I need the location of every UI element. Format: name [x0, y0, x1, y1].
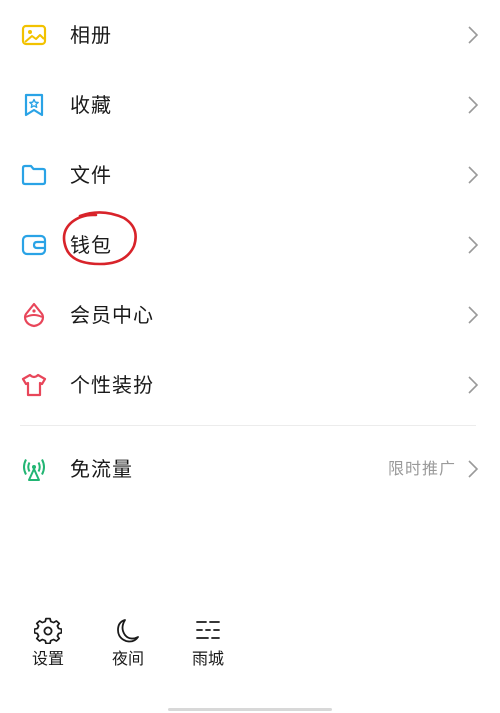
menu-item-label: 收藏 [70, 93, 112, 117]
menu-item-wallet[interactable]: 钱包 [0, 210, 500, 280]
settings-label: 设置 [31, 649, 64, 668]
moon-icon [114, 616, 142, 644]
menu-item-favorites[interactable]: 收藏 [0, 70, 500, 140]
weather-label: 雨城 [191, 649, 224, 668]
chevron-right-icon [466, 304, 480, 326]
tshirt-icon [20, 371, 48, 399]
menu-item-album[interactable]: 相册 [0, 0, 500, 70]
chevron-right-icon [466, 24, 480, 46]
menu-item-label: 钱包 [70, 233, 112, 257]
night-mode-button[interactable]: 夜间 [98, 612, 158, 676]
home-indicator[interactable] [168, 708, 332, 711]
promo-hint: 限时推广 [387, 459, 456, 478]
menu-item-label: 相册 [70, 23, 112, 47]
photo-album-icon [20, 21, 48, 49]
wallet-icon [20, 231, 48, 259]
menu-item-files[interactable]: 文件 [0, 140, 500, 210]
menu-item-label: 免流量 [70, 457, 133, 481]
bottom-action-bar: 设置 夜间 雨城 [0, 612, 500, 682]
menu-item-label: 会员中心 [70, 303, 154, 327]
chevron-right-icon [466, 374, 480, 396]
favorites-icon [20, 91, 48, 119]
settings-button[interactable]: 设置 [18, 612, 78, 676]
chevron-right-icon [466, 164, 480, 186]
signal-tower-icon [20, 455, 48, 483]
weather-button[interactable]: 雨城 [178, 612, 238, 676]
menu-item-vip-center[interactable]: 会员中心 [0, 280, 500, 350]
gear-icon [34, 616, 62, 644]
menu-item-personalize[interactable]: 个性装扮 [0, 350, 500, 420]
chevron-right-icon [466, 234, 480, 256]
divider [20, 425, 476, 426]
menu-item-label: 个性装扮 [70, 373, 154, 397]
folder-icon [20, 161, 48, 189]
menu-item-label: 文件 [70, 163, 112, 187]
menu-item-free-data[interactable]: 免流量 限时推广 [0, 434, 500, 504]
chevron-right-icon [466, 94, 480, 116]
vip-diamond-icon [20, 301, 48, 329]
weather-lines-icon [194, 616, 222, 644]
chevron-right-icon [466, 458, 480, 480]
night-mode-label: 夜间 [111, 649, 144, 668]
